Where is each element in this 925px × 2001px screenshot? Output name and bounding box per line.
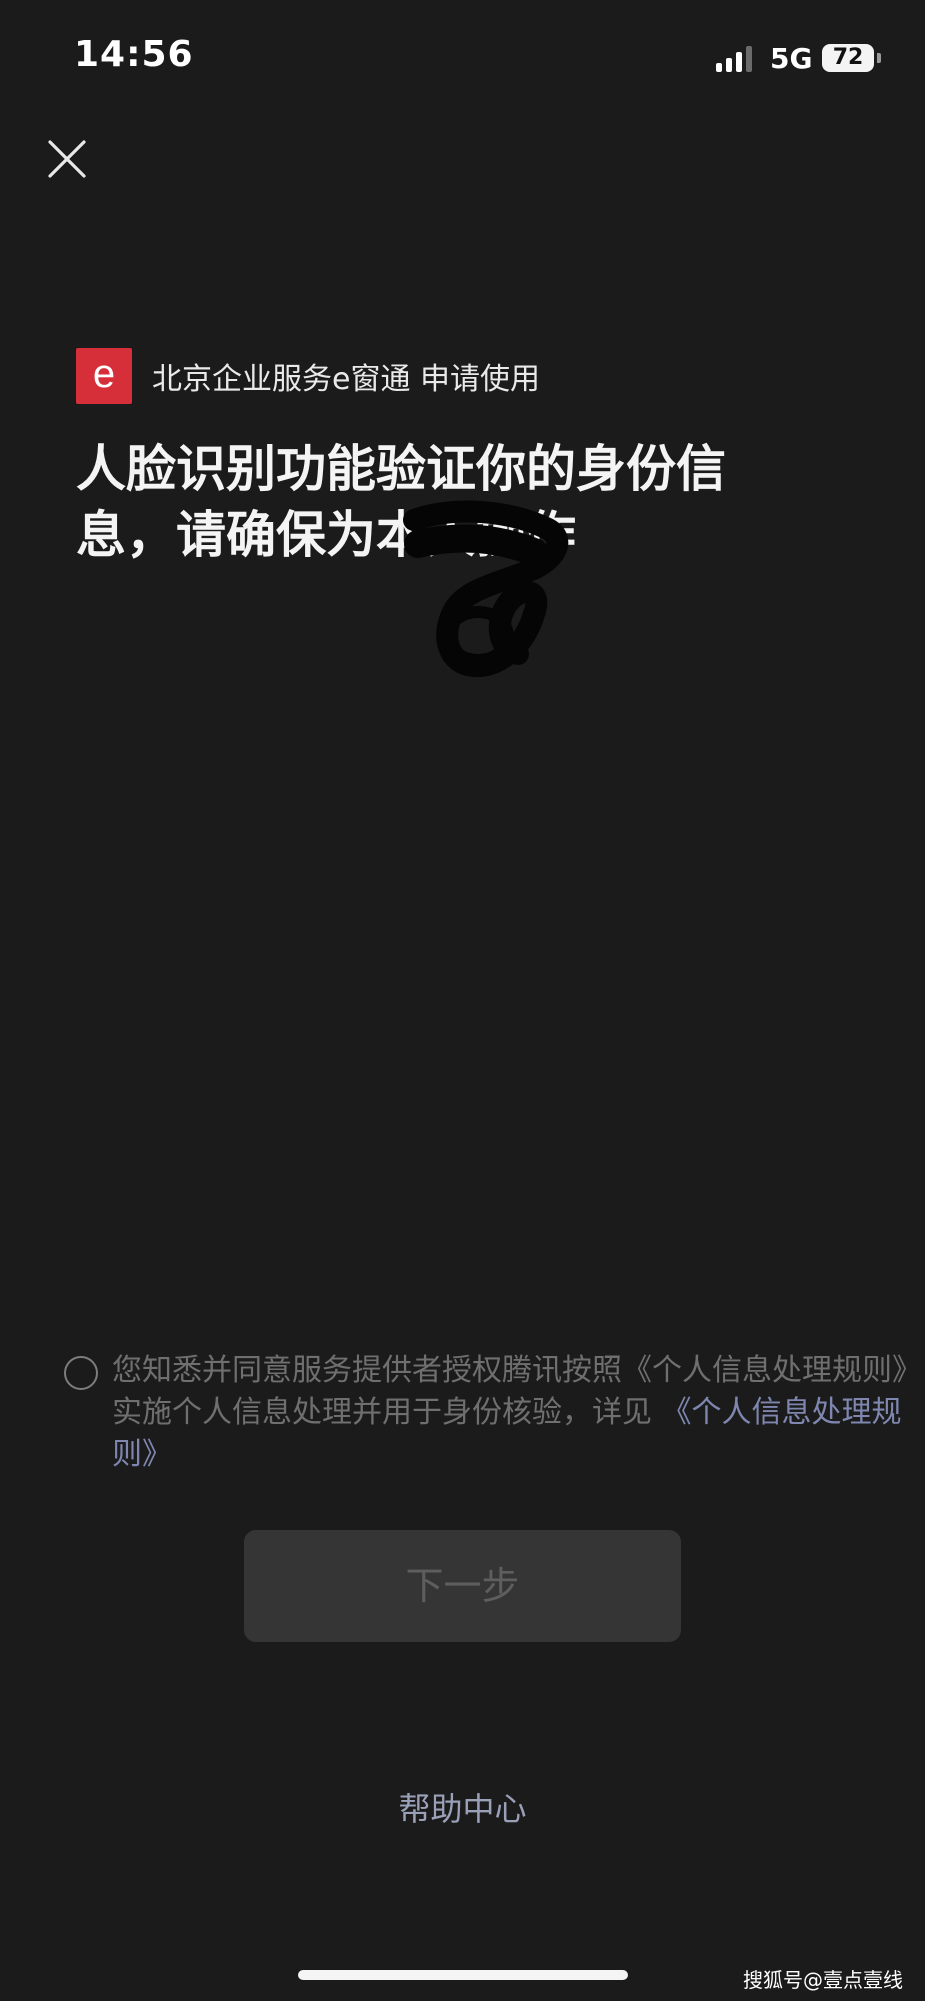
battery-tip (877, 53, 881, 63)
status-time: 14:56 (74, 34, 194, 75)
help-center-link[interactable]: 帮助中心 (0, 1784, 925, 1830)
agree-radio[interactable] (64, 1356, 98, 1390)
next-button[interactable]: 下一步 (244, 1530, 681, 1642)
agreement-text: 您知悉并同意服务提供者授权腾讯按照《个人信息处理规则》实施个人信息处理并用于身份… (112, 1350, 922, 1476)
battery-icon: 72 (822, 44, 874, 72)
network-type: 5G (770, 42, 813, 75)
status-bar: 14:56 5G 72 (0, 0, 925, 120)
close-button[interactable] (42, 134, 92, 184)
close-icon (48, 140, 86, 178)
home-indicator[interactable] (298, 1970, 628, 1980)
signal-icon (716, 44, 756, 72)
app-logo: e (76, 348, 132, 404)
redaction-scribble (403, 500, 569, 678)
app-logo-letter: e (92, 352, 116, 396)
battery-level: 72 (832, 45, 864, 70)
app-name: 北京企业服务e窗通 申请使用 (152, 362, 540, 397)
watermark: 搜狐号@壹点壹线 (743, 1968, 903, 1992)
